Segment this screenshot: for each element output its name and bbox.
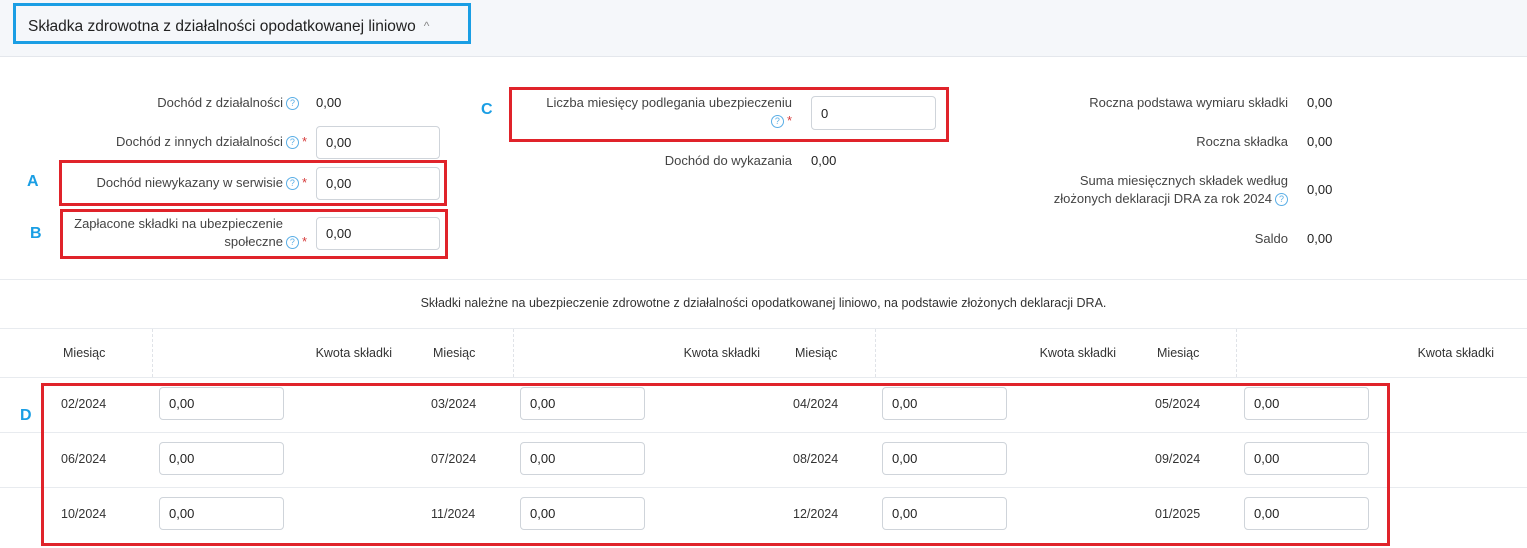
- section-title: Składka zdrowotna z działalności opodatk…: [28, 18, 416, 35]
- table-caption: Składki należne na ubezpieczenie zdrowot…: [420, 296, 1107, 310]
- annotation-b: B: [30, 225, 42, 242]
- table-header-line: [0, 377, 1527, 378]
- dochod-do-wykazania-label: Dochód do wykazania: [664, 153, 792, 168]
- column-header-amount: Kwota składki: [683, 346, 760, 360]
- zaplacone-skladki-input[interactable]: [316, 217, 440, 250]
- column-header-month: Miesiąc: [63, 346, 106, 360]
- help-circle-icon[interactable]: ?: [285, 136, 299, 149]
- required-mark: *: [786, 113, 792, 128]
- help-circle-icon[interactable]: ?: [770, 115, 784, 128]
- column-divider: [875, 329, 876, 377]
- help-circle-icon[interactable]: ?: [1275, 193, 1288, 206]
- dochod-innych-input[interactable]: [316, 126, 440, 159]
- highlight-box-d: [41, 383, 1390, 546]
- roczna-skladka-value: 0,00: [1307, 134, 1333, 149]
- suma-miesiecznych-value: 0,00: [1307, 182, 1333, 197]
- help-circle-icon[interactable]: ?: [285, 236, 299, 249]
- table-top-line: [0, 328, 1527, 329]
- section-divider: [0, 279, 1527, 280]
- column-header-month: Miesiąc: [1157, 346, 1200, 360]
- help-circle-icon[interactable]: ?: [286, 97, 299, 110]
- suma-miesiecznych-label: Suma miesięcznych składek według złożonyc…: [1053, 173, 1288, 206]
- column-header-amount: Kwota składki: [315, 346, 392, 360]
- column-header-amount: Kwota składki: [1039, 346, 1116, 360]
- dochod-innych-label: Dochód z innych działalności? *: [116, 134, 307, 149]
- section-toggle[interactable]: Składka zdrowotna z działalności opodatk…: [13, 3, 471, 44]
- saldo-value: 0,00: [1307, 231, 1333, 246]
- roczna-podstawa-label: Roczna podstawa wymiaru składki: [1089, 95, 1288, 110]
- column-divider: [513, 329, 514, 377]
- dochod-do-wykazania-value: 0,00: [811, 153, 837, 168]
- column-header-month: Miesiąc: [433, 346, 476, 360]
- dochod-niewykazany-input[interactable]: [316, 167, 440, 200]
- help-circle-icon[interactable]: ?: [285, 177, 299, 190]
- annotation-a: A: [27, 173, 39, 190]
- column-divider: [152, 329, 153, 377]
- dochod-niewykazany-label: Dochód niewykazany w serwisie? *: [96, 175, 307, 190]
- zaplacone-skladki-label: Zapłacone składki na ubezpieczenie społec…: [74, 216, 307, 249]
- dochod-dzialalnosci-label: Dochód z działalności?: [157, 94, 299, 112]
- roczna-skladka-label: Roczna składka: [1196, 134, 1288, 149]
- liczba-miesiecy-label: Liczba miesięcy podlegania ubezpieczeniu…: [546, 95, 792, 128]
- column-header-amount: Kwota składki: [1417, 346, 1494, 360]
- required-mark: *: [301, 175, 307, 190]
- column-divider: [1236, 329, 1237, 377]
- saldo-label: Saldo: [1254, 231, 1288, 246]
- liczba-miesiecy-input[interactable]: [811, 96, 936, 130]
- roczna-podstawa-value: 0,00: [1307, 95, 1333, 110]
- chevron-up-icon: ^: [423, 19, 430, 33]
- required-mark: *: [301, 234, 307, 249]
- dochod-dzialalnosci-value: 0,00: [316, 95, 342, 110]
- annotation-d: D: [20, 407, 32, 424]
- column-header-month: Miesiąc: [795, 346, 838, 360]
- required-mark: *: [301, 134, 307, 149]
- annotation-c: C: [481, 101, 493, 118]
